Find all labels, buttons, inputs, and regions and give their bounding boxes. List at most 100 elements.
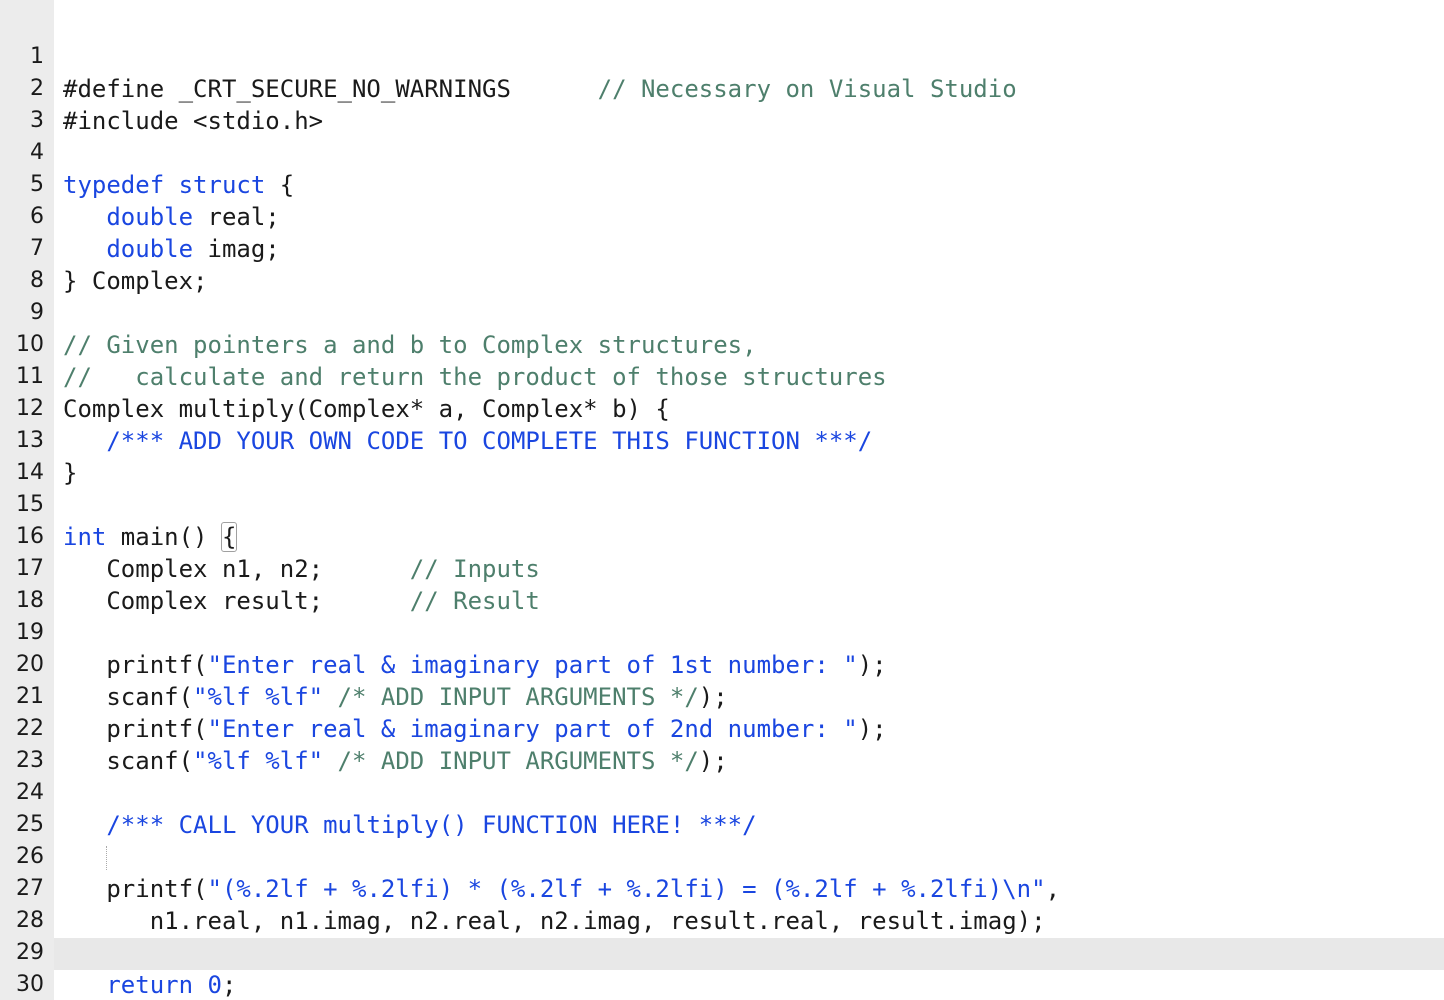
- code-line[interactable]: 7 } Complex;: [0, 201, 208, 295]
- current-line-highlight: [54, 938, 1444, 970]
- code-line[interactable]: 23: [0, 713, 58, 773]
- code-text: ;: [221, 971, 237, 999]
- string-literal: "Enter real & imaginary part of 2nd numb…: [207, 715, 858, 743]
- line-code[interactable]: double real;: [63, 201, 280, 233]
- code-text: );: [698, 683, 728, 711]
- line-code[interactable]: printf("Enter real & imaginary part of 2…: [63, 713, 887, 745]
- code-text: {: [265, 171, 295, 199]
- code-line[interactable]: 27 n1.real, n1.imag, n2.real, n2.imag, r…: [0, 841, 1046, 935]
- code-text: scanf(: [63, 683, 194, 711]
- code-line[interactable]: 14: [0, 425, 58, 485]
- code-line[interactable]: 4 typedef struct {: [0, 105, 294, 199]
- code-text: ,: [1045, 875, 1061, 903]
- todo-comment: /*** ADD YOUR OWN CODE TO COMPLETE THIS …: [106, 427, 873, 455]
- string-literal: "Enter real & imaginary part of 1st numb…: [207, 651, 858, 679]
- code-line[interactable]: 15 int main() {: [0, 457, 238, 552]
- code-text: printf(: [63, 651, 208, 679]
- line-code[interactable]: #include <stdio.h>: [63, 105, 323, 137]
- line-code[interactable]: // calculate and return the product of t…: [63, 361, 887, 393]
- code-text: );: [698, 747, 728, 775]
- comment: // Necessary on Visual Studio: [597, 75, 1017, 103]
- code-line[interactable]: 29 return 0;: [0, 905, 236, 999]
- line-code[interactable]: printf("(%.2lf + %.2lfi) * (%.2lf + %.2l…: [63, 873, 1060, 905]
- code-line[interactable]: 16 Complex n1, n2; // Inputs: [0, 489, 540, 583]
- comment: // Inputs: [409, 555, 540, 583]
- comment: // Given pointers a and b to Complex str…: [63, 331, 757, 359]
- code-line[interactable]: 21 printf("Enter real & imaginary part o…: [0, 649, 887, 743]
- code-text: real;: [193, 203, 280, 231]
- matched-bracket: {: [220, 522, 238, 552]
- line-code[interactable]: /*** CALL YOUR multiply() FUNCTION HERE!…: [63, 809, 757, 841]
- code-line[interactable]: 12 /*** ADD YOUR OWN CODE TO COMPLETE TH…: [0, 361, 872, 455]
- line-code[interactable]: }: [63, 457, 77, 489]
- code-text: n1.real, n1.imag, n2.real, n2.imag, resu…: [63, 907, 1046, 935]
- code-line[interactable]: 17 Complex result; // Result: [0, 521, 540, 615]
- todo-comment: /*** CALL YOUR multiply() FUNCTION HERE!…: [106, 811, 757, 839]
- code-line[interactable]: 3: [0, 73, 58, 133]
- keyword: return: [106, 971, 194, 999]
- code-text: }: [63, 459, 78, 487]
- code-line[interactable]: 11 Complex multiply(Complex* a, Complex*…: [0, 329, 670, 423]
- keyword: double: [106, 203, 194, 231]
- code-line[interactable]: 18: [0, 553, 58, 613]
- code-line[interactable]: 9 // Given pointers a and b to Complex s…: [0, 265, 757, 359]
- indent-guide: [106, 846, 108, 870]
- code-text: );: [857, 715, 887, 743]
- code-line[interactable]: 10 // calculate and return the product o…: [0, 297, 887, 391]
- code-line[interactable]: 5 double real;: [0, 137, 280, 231]
- code-line-current[interactable]: 30 }: [0, 937, 58, 997]
- code-text: imag;: [193, 235, 280, 263]
- code-line[interactable]: 28: [0, 873, 58, 933]
- code-text: scanf(: [63, 747, 194, 775]
- keyword: struct: [178, 171, 266, 199]
- line-code[interactable]: typedef struct {: [63, 169, 294, 201]
- code-text: Complex multiply(Complex* a, Complex* b)…: [63, 395, 670, 423]
- line-code[interactable]: scanf("%lf %lf" /* ADD INPUT ARGUMENTS *…: [63, 681, 728, 713]
- string-literal: "%lf %lf": [193, 683, 324, 711]
- line-code[interactable]: return 0;: [63, 969, 236, 1000]
- code-line[interactable]: 22 scanf("%lf %lf" /* ADD INPUT ARGUMENT…: [0, 681, 728, 775]
- code-editor[interactable]: 1 #define _CRT_SECURE_NO_WARNINGS // Nec…: [0, 0, 1444, 1000]
- code-line[interactable]: 6 double imag;: [0, 169, 280, 263]
- code-line[interactable]: 8: [0, 233, 58, 293]
- comment: // Result: [409, 587, 540, 615]
- line-code[interactable]: // Given pointers a and b to Complex str…: [63, 329, 757, 361]
- line-code[interactable]: scanf("%lf %lf" /* ADD INPUT ARGUMENTS *…: [63, 745, 728, 777]
- code-line[interactable]: 24 /*** CALL YOUR multiply() FUNCTION HE…: [0, 745, 757, 839]
- code-line[interactable]: 2 #include <stdio.h>: [0, 41, 323, 135]
- line-code[interactable]: Complex result; // Result: [63, 585, 540, 617]
- code-line[interactable]: 20 scanf("%lf %lf" /* ADD INPUT ARGUMENT…: [0, 617, 728, 711]
- code-line[interactable]: 1 #define _CRT_SECURE_NO_WARNINGS // Nec…: [0, 9, 1017, 103]
- code-line[interactable]: 25: [0, 777, 58, 837]
- keyword: double: [106, 235, 194, 263]
- line-code[interactable]: Complex multiply(Complex* a, Complex* b)…: [63, 393, 670, 425]
- line-code[interactable]: double imag;: [63, 233, 280, 265]
- line-code[interactable]: n1.real, n1.imag, n2.real, n2.imag, resu…: [63, 905, 1046, 937]
- comment: /* ADD INPUT ARGUMENTS */: [337, 747, 699, 775]
- line-code[interactable]: printf("Enter real & imaginary part of 1…: [63, 649, 886, 681]
- code-text: main(): [106, 523, 222, 551]
- code-line[interactable]: 13 }: [0, 393, 77, 487]
- keyword: typedef: [63, 171, 165, 199]
- number-literal: 0: [207, 971, 222, 999]
- line-code[interactable]: #define _CRT_SECURE_NO_WARNINGS // Neces…: [63, 73, 1017, 105]
- code-text: printf(: [63, 715, 208, 743]
- preprocessor-directive: #define _CRT_SECURE_NO_WARNINGS: [63, 75, 598, 103]
- line-code[interactable]: /*** ADD YOUR OWN CODE TO COMPLETE THIS …: [63, 425, 872, 457]
- string-literal: "(%.2lf + %.2lfi) * (%.2lf + %.2lfi) = (…: [207, 875, 1046, 903]
- keyword: int: [63, 523, 107, 551]
- line-code[interactable]: int main() {: [63, 521, 238, 553]
- line-code[interactable]: } Complex;: [63, 265, 208, 297]
- code-line[interactable]: 26 printf("(%.2lf + %.2lfi) * (%.2lf + %…: [0, 809, 1060, 903]
- code-line[interactable]: 19 printf("Enter real & imaginary part o…: [0, 585, 887, 679]
- line-code[interactable]: Complex n1, n2; // Inputs: [63, 553, 540, 585]
